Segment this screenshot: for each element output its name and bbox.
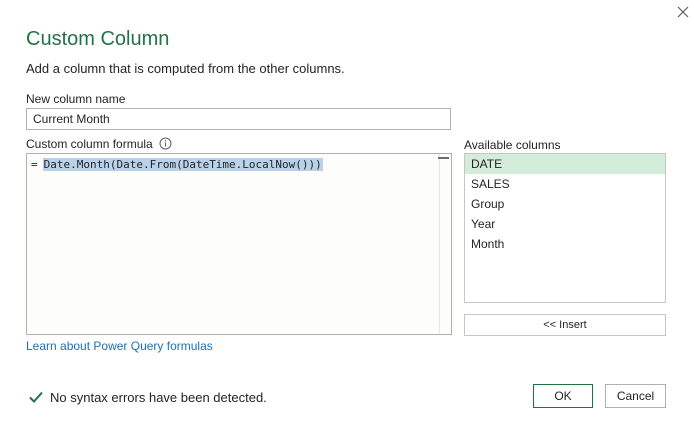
available-columns-list[interactable]: DATE SALES Group Year Month bbox=[464, 153, 666, 303]
insert-button[interactable]: << Insert bbox=[464, 314, 666, 336]
column-item-date[interactable]: DATE bbox=[465, 154, 665, 174]
formula-text[interactable]: Date.Month(Date.From(DateTime.LocalNow()… bbox=[42, 158, 323, 171]
syntax-status-text: No syntax errors have been detected. bbox=[50, 389, 267, 405]
available-columns-label: Available columns bbox=[464, 138, 561, 152]
formula-scrollbar[interactable] bbox=[438, 154, 451, 334]
column-item-sales[interactable]: SALES bbox=[465, 174, 665, 194]
dialog-subtitle: Add a column that is computed from the o… bbox=[26, 61, 345, 76]
learn-power-query-link[interactable]: Learn about Power Query formulas bbox=[26, 339, 213, 353]
close-icon bbox=[677, 6, 689, 18]
formula-editor[interactable]: = Date.Month(Date.From(DateTime.LocalNow(… bbox=[26, 153, 452, 335]
ok-button[interactable]: OK bbox=[533, 384, 593, 408]
info-icon[interactable] bbox=[159, 137, 172, 150]
cancel-button[interactable]: Cancel bbox=[605, 384, 666, 408]
close-button[interactable] bbox=[672, 1, 694, 23]
column-item-group[interactable]: Group bbox=[465, 194, 665, 214]
column-item-year[interactable]: Year bbox=[465, 214, 665, 234]
custom-column-formula-label: Custom column formula bbox=[26, 137, 153, 151]
new-column-name-label: New column name bbox=[26, 92, 126, 106]
scrollbar-thumb[interactable] bbox=[438, 157, 449, 159]
syntax-status: No syntax errors have been detected. bbox=[28, 389, 267, 405]
dialog-title: Custom Column bbox=[26, 28, 170, 50]
formula-equals-sign: = bbox=[31, 158, 38, 171]
column-item-month[interactable]: Month bbox=[465, 234, 665, 254]
checkmark-icon bbox=[29, 391, 43, 403]
new-column-name-input[interactable] bbox=[26, 108, 451, 130]
formula-line: = Date.Month(Date.From(DateTime.LocalNow(… bbox=[31, 157, 323, 172]
